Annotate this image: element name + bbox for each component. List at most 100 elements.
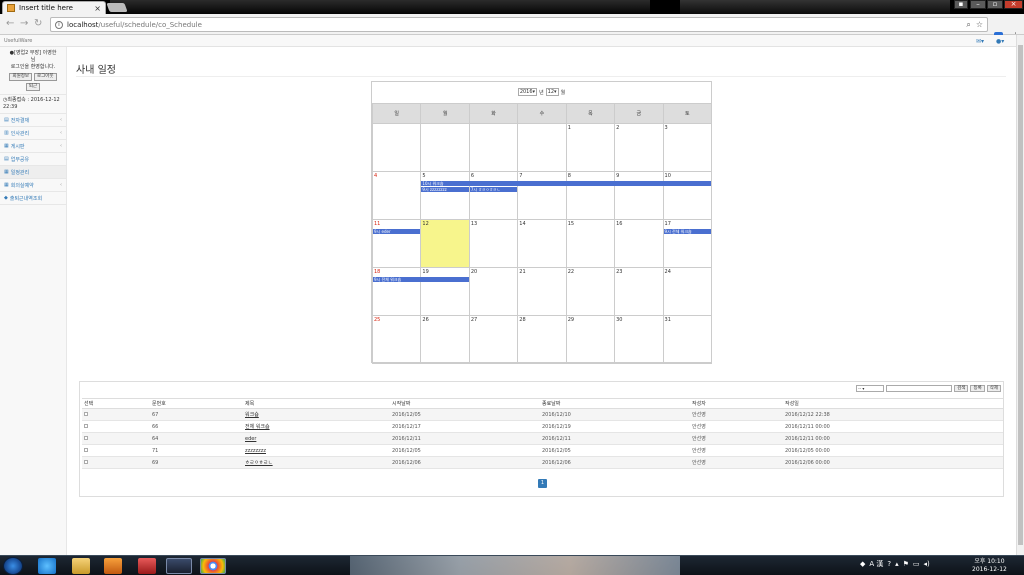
eclipse-icon[interactable] xyxy=(166,558,192,574)
sidebar-item-board[interactable]: ▦ 게시판 ‹ xyxy=(0,140,66,153)
calendar-day-cell[interactable]: 19 xyxy=(420,267,470,316)
row-title-link[interactable]: 전체 워크숍 xyxy=(245,424,270,430)
sidebar-item-room[interactable]: ▦ 회의실예약 ‹ xyxy=(0,179,66,192)
sidebar-item-schedule[interactable]: ▦ 일정관리 xyxy=(0,166,66,179)
delete-button[interactable]: 삭제 xyxy=(986,385,1001,392)
calendar-day-cell[interactable]: 25 xyxy=(371,315,422,364)
row-checkbox[interactable] xyxy=(84,411,88,416)
calendar-day-cell[interactable]: 30 xyxy=(614,315,664,364)
logout-button[interactable]: 로그아웃 xyxy=(34,73,57,81)
calendar-day-cell[interactable]: 14 xyxy=(517,219,567,268)
calendar-day-cell[interactable]: 26 xyxy=(420,315,470,364)
row-checkbox[interactable] xyxy=(84,459,88,464)
flag-icon[interactable]: ⚑ xyxy=(903,560,909,568)
internet-explorer-icon[interactable] xyxy=(38,558,56,574)
filter-select[interactable]: -- ▾ xyxy=(856,385,885,392)
close-window-button[interactable]: × xyxy=(1004,0,1023,9)
row-checkbox[interactable] xyxy=(84,435,88,440)
sidebar-item-attendance[interactable]: ◆ 출퇴근내역조회 xyxy=(0,192,66,205)
add-button[interactable]: 등록 xyxy=(970,385,985,392)
calendar-day-cell[interactable]: 2 xyxy=(614,123,664,172)
media-player-icon[interactable] xyxy=(104,558,122,574)
calendar-day-cell[interactable]: 11 9시 eder xyxy=(371,219,422,268)
user-dropdown-icon[interactable]: ●▾ xyxy=(996,38,1004,45)
calendar-day-cell[interactable]: 6 7시 ㅎㄹㅇㅎㄹㄴ xyxy=(468,171,519,220)
row-title-link[interactable]: 워크숍 xyxy=(245,412,259,418)
calendar-day-cell[interactable]: 12 xyxy=(420,219,470,268)
taskbar-clock[interactable]: 오후 10:10 2016-12-12 xyxy=(972,558,1007,574)
calendar-day-cell[interactable]: 5 10시 워크숍 9시 zzzzzzzz xyxy=(420,171,711,220)
row-title-link[interactable]: zzzzzzzz xyxy=(245,448,266,454)
scrollbar-thumb[interactable] xyxy=(1018,45,1023,545)
forward-arrow-icon[interactable]: → xyxy=(20,19,28,29)
member-info-button[interactable]: 회원정보 xyxy=(9,73,32,81)
new-tab-button[interactable] xyxy=(106,3,128,12)
network-icon[interactable]: ◆ xyxy=(860,560,865,568)
calendar-day-cell[interactable]: 16 xyxy=(614,219,664,268)
minimize-button[interactable]: – xyxy=(970,0,986,9)
calendar-event[interactable]: 9시 전체 워크숍 xyxy=(373,277,469,282)
reload-icon[interactable]: ↻ xyxy=(34,19,42,29)
user-profile-icon[interactable]: ▪ xyxy=(954,0,968,9)
calendar-event[interactable]: 10시 워크숍 xyxy=(421,181,711,186)
maximize-button[interactable]: ▫ xyxy=(987,0,1003,9)
calendar-event[interactable]: 7시 ㅎㄹㅇㅎㄹㄴ xyxy=(469,187,518,192)
month-select[interactable]: 12▾ xyxy=(545,88,559,96)
calendar-day-cell[interactable]: 1 xyxy=(565,123,616,172)
mail-dropdown-icon[interactable]: ✉▾ xyxy=(976,38,984,45)
display-icon[interactable]: ▭ xyxy=(913,560,920,568)
calendar-day-cell[interactable]: 3 xyxy=(662,123,713,172)
calendar-day-cell[interactable]: 18 9시 전체 워크숍 xyxy=(371,267,469,316)
help-icon[interactable]: ? xyxy=(887,560,891,568)
calendar-day-cell[interactable]: 7 xyxy=(517,171,567,220)
file-explorer-icon[interactable] xyxy=(72,558,90,574)
sidebar-item-approval[interactable]: ▤ 전자결재 ‹ xyxy=(0,114,66,127)
leave-work-button[interactable]: 퇴근 xyxy=(25,83,41,91)
vertical-scrollbar[interactable] xyxy=(1016,35,1024,555)
row-title-link[interactable]: ㅎㄹㅇㅎㄹㄴ xyxy=(245,460,273,466)
zoom-icon[interactable]: ⌕ xyxy=(966,20,970,30)
calendar-day-cell[interactable]: 21 xyxy=(517,267,567,316)
row-title-link[interactable]: eder xyxy=(245,436,256,442)
calendar-event[interactable]: 9시 전체 워크숍 xyxy=(663,229,711,234)
ime-indicator[interactable]: A 漢 xyxy=(869,559,883,569)
calendar-day-cell[interactable]: 28 xyxy=(517,315,567,364)
calendar-day-cell[interactable]: 23 xyxy=(614,267,664,316)
row-checkbox[interactable] xyxy=(84,447,88,452)
volume-icon[interactable]: ◂) xyxy=(924,560,930,568)
calendar-day-cell[interactable]: 10 xyxy=(662,171,713,220)
calendar-event[interactable]: 9시 eder xyxy=(373,229,421,234)
calendar-day-cell[interactable]: 27 xyxy=(468,315,519,364)
calendar-event[interactable]: 9시 zzzzzzzz xyxy=(421,187,469,192)
calendar-day-cell[interactable]: 4 xyxy=(371,171,422,220)
paint-app-icon[interactable] xyxy=(138,558,156,574)
back-arrow-icon[interactable]: ← xyxy=(6,19,14,29)
app-brand[interactable]: UsefulWare xyxy=(4,38,32,44)
calendar-day-cell[interactable]: 31 xyxy=(662,315,713,364)
chrome-icon[interactable] xyxy=(200,558,226,574)
browser-tab[interactable]: Insert title here × xyxy=(2,1,106,14)
calendar-day-cell[interactable]: 15 xyxy=(565,219,616,268)
calendar-day-cell[interactable]: 20 xyxy=(468,267,519,316)
calendar-day-cell[interactable]: 29 xyxy=(565,315,616,364)
search-input[interactable] xyxy=(886,385,953,392)
url-text[interactable]: localhost/useful/schedule/co_Schedule xyxy=(67,21,961,29)
pagination-page-1[interactable]: 1 xyxy=(538,479,547,488)
year-select[interactable]: 2016▾ xyxy=(517,88,538,96)
tray-expand-icon[interactable]: ▴ xyxy=(895,560,899,568)
sidebar-item-share[interactable]: ▤ 업무공유 xyxy=(0,153,66,166)
row-checkbox[interactable] xyxy=(84,423,88,428)
calendar-day-cell[interactable]: 9 xyxy=(614,171,664,220)
calendar-day-cell[interactable]: 13 xyxy=(468,219,519,268)
search-button[interactable]: 검색 xyxy=(954,385,969,392)
sidebar-item-hr[interactable]: ▥ 인사관리 ‹ xyxy=(0,127,66,140)
address-bar[interactable]: i localhost/useful/schedule/co_Schedule … xyxy=(50,17,988,32)
bookmark-star-icon[interactable]: ☆ xyxy=(976,20,983,29)
calendar-day-cell[interactable]: 8 xyxy=(565,171,616,220)
calendar-day-cell[interactable]: 17 9시 전체 워크숍 xyxy=(662,219,713,268)
calendar-day-cell[interactable]: 22 xyxy=(565,267,616,316)
site-info-icon[interactable]: i xyxy=(55,20,63,29)
tab-close-icon[interactable]: × xyxy=(94,4,101,13)
calendar-day-cell[interactable]: 24 xyxy=(662,267,713,316)
start-button[interactable] xyxy=(3,557,23,575)
